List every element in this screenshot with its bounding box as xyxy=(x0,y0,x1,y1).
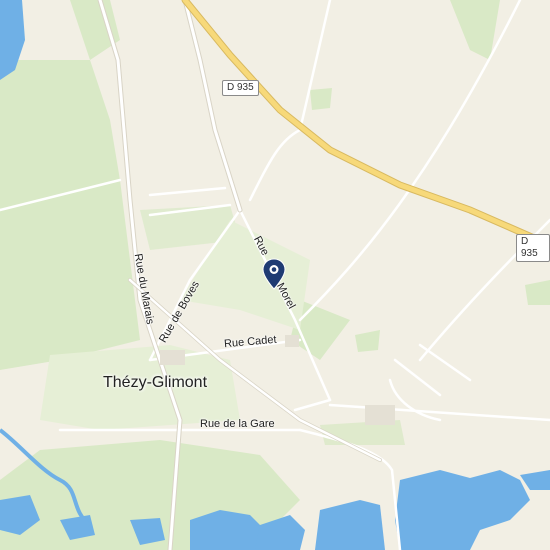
map-canvas[interactable]: D 935 D 935 Rue du Marais Rue de Boves R… xyxy=(0,0,550,550)
road-shield-d935-right: D 935 xyxy=(516,234,550,262)
town-label: Thézy-Glimont xyxy=(103,374,208,391)
road-label-rue-de-la-gare: Rue de la Gare xyxy=(200,418,275,430)
road-shield-d935-top: D 935 xyxy=(222,80,259,96)
location-pin-icon[interactable] xyxy=(262,258,286,290)
